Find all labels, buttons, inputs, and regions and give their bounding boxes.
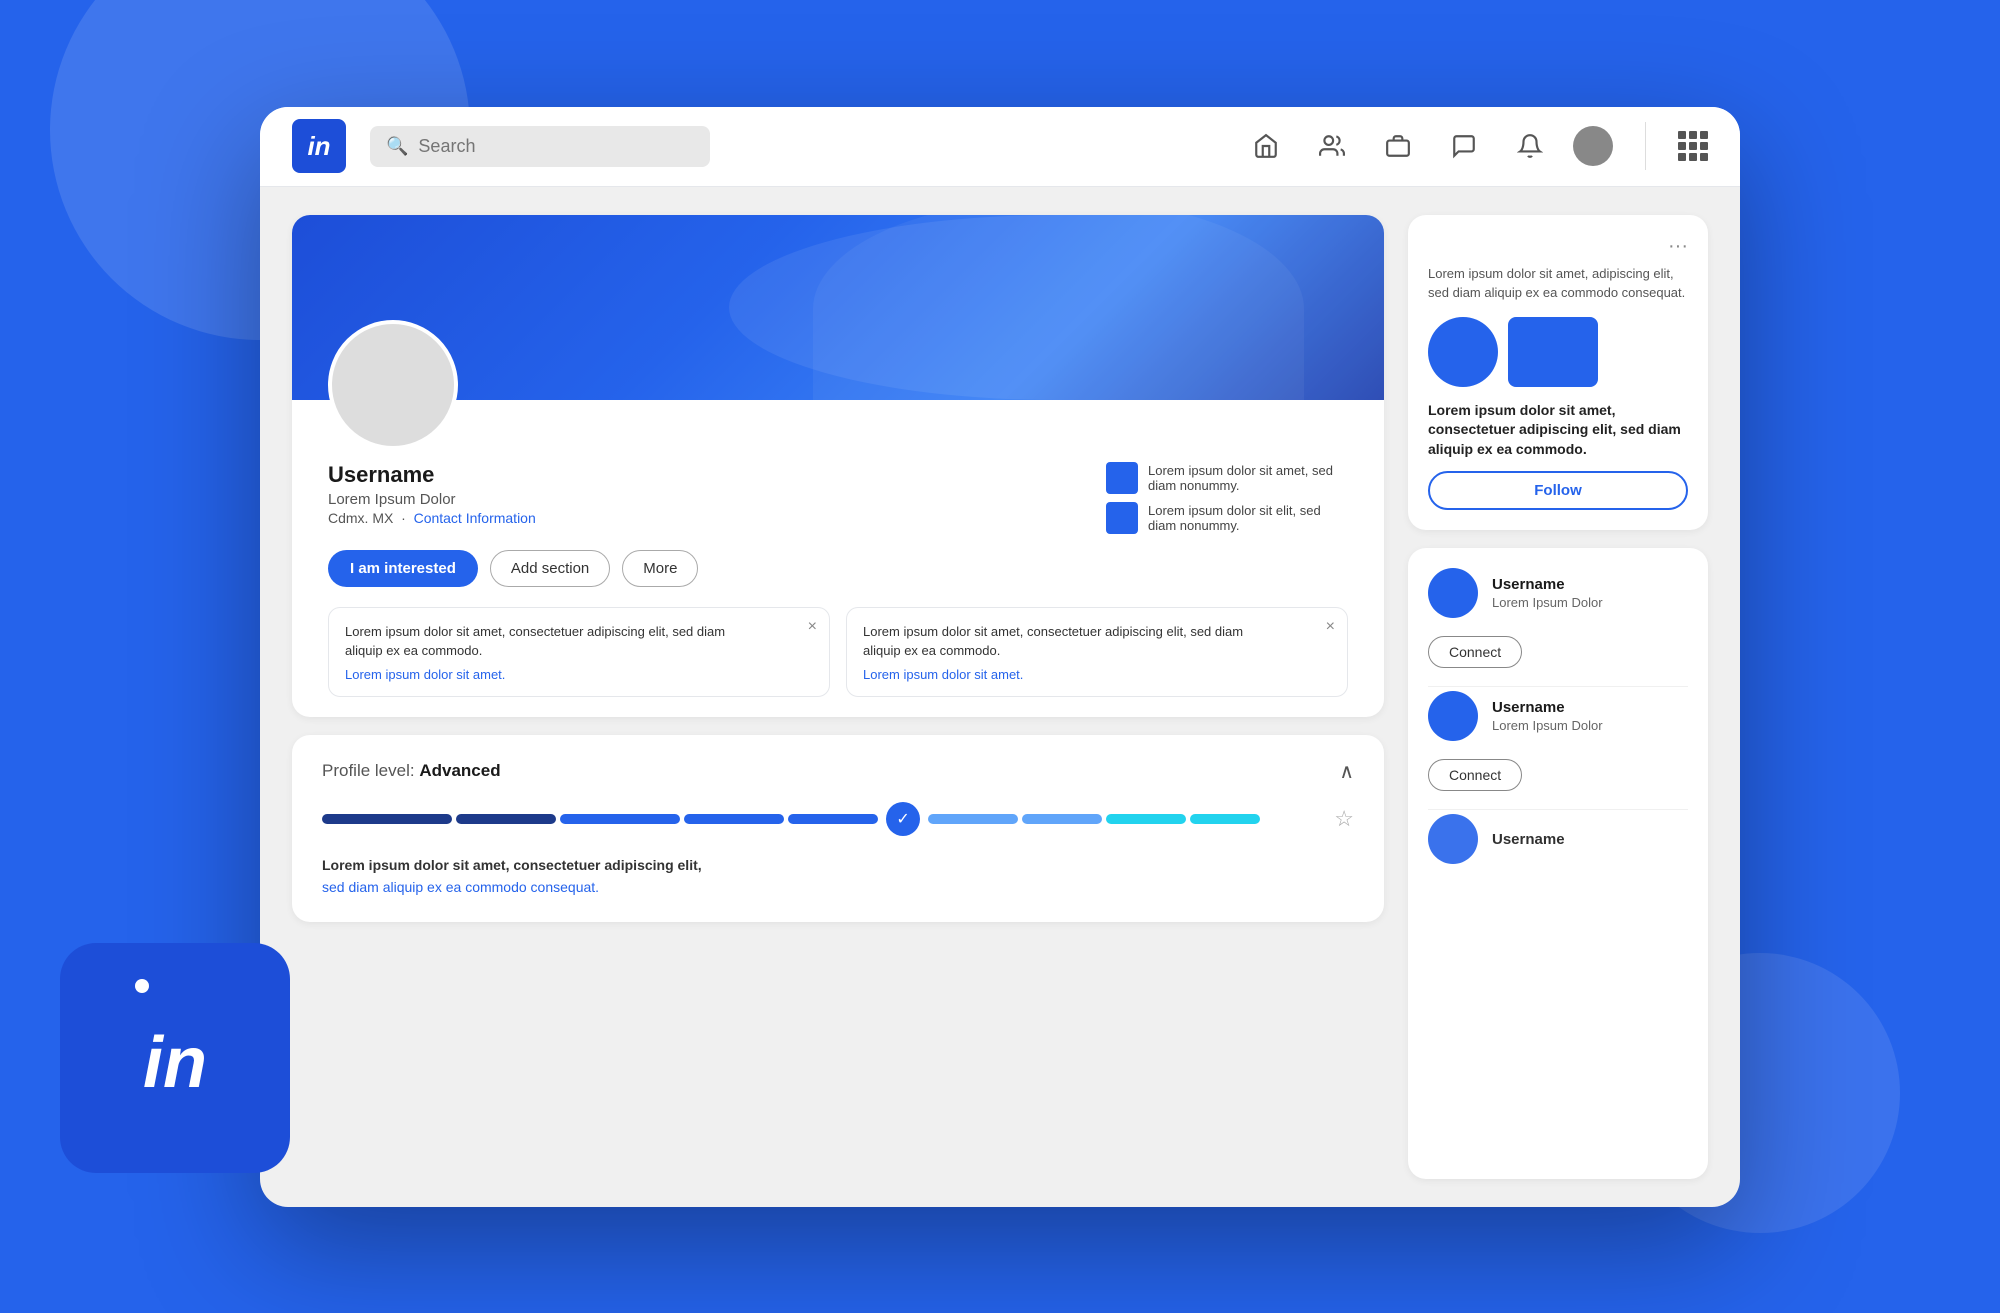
notification-cards: × Lorem ipsum dolor sit amet, consectetu…	[292, 607, 1384, 717]
level-header: Profile level: Advanced ∧	[322, 759, 1354, 784]
ad-logo-circle	[1428, 317, 1498, 387]
person-group-2: Username Lorem Ipsum Dolor Connect	[1428, 691, 1688, 810]
chat-nav-icon[interactable]	[1441, 127, 1487, 165]
progress-seg-3	[560, 814, 680, 824]
notif-title-1: Lorem ipsum dolor sit amet, consectetuer…	[345, 622, 766, 661]
progress-seg-8	[1106, 814, 1186, 824]
more-button[interactable]: More	[622, 550, 698, 587]
profile-location: Cdmx. MX · Contact Information	[328, 510, 1106, 526]
grid-nav-icon[interactable]	[1678, 131, 1708, 161]
progress-seg-7	[1022, 814, 1102, 824]
linkedin-nav-logo-text: in	[307, 131, 330, 162]
right-sidebar: ··· Lorem ipsum dolor sit amet, adipisci…	[1408, 215, 1708, 1179]
notif-close-1[interactable]: ×	[808, 618, 817, 636]
person-sub-2: Lorem Ipsum Dolor	[1492, 718, 1688, 733]
level-description: Lorem ipsum dolor sit amet, consectetuer…	[322, 854, 1354, 899]
notif-close-2[interactable]: ×	[1326, 618, 1335, 636]
profile-section: Username Lorem Ipsum Dolor Cdmx. MX · Co…	[292, 215, 1384, 1179]
meta-item-2: Lorem ipsum dolor sit elit, sed diam non…	[1106, 502, 1348, 534]
collapse-icon[interactable]: ∧	[1339, 759, 1354, 784]
person-avatar-3	[1428, 814, 1478, 864]
person-avatar-2	[1428, 691, 1478, 741]
notif-title-2: Lorem ipsum dolor sit amet, consectetuer…	[863, 622, 1284, 661]
progress-container: ✓ ☆	[322, 802, 1354, 836]
progress-seg-9	[1190, 814, 1260, 824]
nav-avatar[interactable]	[1573, 126, 1613, 166]
notif-link-1[interactable]: Lorem ipsum dolor sit amet.	[345, 667, 813, 682]
main-content: Username Lorem Ipsum Dolor Cdmx. MX · Co…	[260, 187, 1740, 1207]
search-icon: 🔍	[386, 136, 408, 157]
progress-bar: ✓	[322, 802, 1322, 836]
profile-avatar-container	[328, 320, 458, 450]
progress-seg-6	[928, 814, 1018, 824]
connect-button-1[interactable]: Connect	[1428, 636, 1522, 668]
person-info-3: Username	[1492, 831, 1688, 848]
interested-button[interactable]: I am interested	[328, 550, 478, 587]
follow-button[interactable]: Follow	[1428, 471, 1688, 510]
notif-card-1: × Lorem ipsum dolor sit amet, consectetu…	[328, 607, 830, 697]
profile-meta: Lorem ipsum dolor sit amet, sed diam non…	[1106, 462, 1348, 534]
profile-subtitle: Lorem Ipsum Dolor	[328, 491, 1106, 508]
search-bar[interactable]: 🔍	[370, 126, 710, 167]
notif-card-2: × Lorem ipsum dolor sit amet, consectetu…	[846, 607, 1348, 697]
ad-logo-rect	[1508, 317, 1598, 387]
ad-card: ··· Lorem ipsum dolor sit amet, adipisci…	[1408, 215, 1708, 531]
ad-title: Lorem ipsum dolor sit amet, consectetuer…	[1428, 401, 1688, 460]
profile-avatar	[328, 320, 458, 450]
ad-more-icon[interactable]: ···	[1428, 235, 1688, 258]
meta-box-1	[1106, 462, 1138, 494]
progress-seg-1	[322, 814, 452, 824]
people-nav-icon[interactable]	[1309, 127, 1355, 165]
bell-nav-icon[interactable]	[1507, 127, 1553, 165]
person-name-2: Username	[1492, 699, 1688, 716]
meta-text-2: Lorem ipsum dolor sit elit, sed diam non…	[1148, 503, 1348, 533]
person-item-2: Username Lorem Ipsum Dolor	[1428, 691, 1688, 741]
navbar: in 🔍	[260, 107, 1740, 187]
banner-wave2	[813, 215, 1304, 400]
meta-text-1: Lorem ipsum dolor sit amet, sed diam non…	[1148, 463, 1348, 493]
ad-description: Lorem ipsum dolor sit amet, adipiscing e…	[1428, 264, 1688, 303]
meta-box-2	[1106, 502, 1138, 534]
level-title: Profile level: Advanced	[322, 761, 501, 781]
briefcase-nav-icon[interactable]	[1375, 127, 1421, 165]
notif-link-2[interactable]: Lorem ipsum dolor sit amet.	[863, 667, 1331, 682]
people-card: Username Lorem Ipsum Dolor Connect Usern…	[1408, 548, 1708, 1178]
nav-icons	[1243, 126, 1613, 166]
profile-actions: I am interested Add section More	[292, 534, 1384, 607]
progress-seg-4	[684, 814, 784, 824]
contact-info-link[interactable]: Contact Information	[414, 510, 536, 526]
person-avatar-1	[1428, 568, 1478, 618]
person-name-1: Username	[1492, 576, 1688, 593]
ad-images	[1428, 317, 1688, 387]
nav-divider	[1645, 122, 1646, 170]
person-partial: Username	[1428, 814, 1688, 864]
person-sub-1: Lorem Ipsum Dolor	[1492, 595, 1688, 610]
add-section-button[interactable]: Add section	[490, 550, 610, 587]
person-group-1: Username Lorem Ipsum Dolor Connect	[1428, 568, 1688, 687]
profile-card: Username Lorem Ipsum Dolor Cdmx. MX · Co…	[292, 215, 1384, 717]
profile-text: Username Lorem Ipsum Dolor Cdmx. MX · Co…	[328, 462, 1106, 526]
profile-info-row: Username Lorem Ipsum Dolor Cdmx. MX · Co…	[292, 450, 1384, 534]
linkedin-logo-large: in	[60, 943, 290, 1173]
profile-level-card: Profile level: Advanced ∧ ✓	[292, 735, 1384, 923]
meta-item-1: Lorem ipsum dolor sit amet, sed diam non…	[1106, 462, 1348, 494]
person-info-1: Username Lorem Ipsum Dolor	[1492, 576, 1688, 610]
person-info-2: Username Lorem Ipsum Dolor	[1492, 699, 1688, 733]
linkedin-nav-logo[interactable]: in	[292, 119, 346, 173]
person-name-3: Username	[1492, 831, 1688, 848]
home-nav-icon[interactable]	[1243, 127, 1289, 165]
progress-seg-2	[456, 814, 556, 824]
progress-seg-5	[788, 814, 878, 824]
progress-check-icon: ✓	[886, 802, 920, 836]
profile-username: Username	[328, 462, 1106, 488]
browser-window: in 🔍	[260, 107, 1740, 1207]
star-icon[interactable]: ☆	[1334, 806, 1354, 832]
connect-button-2[interactable]: Connect	[1428, 759, 1522, 791]
search-input[interactable]	[418, 136, 694, 157]
person-item-1: Username Lorem Ipsum Dolor	[1428, 568, 1688, 618]
